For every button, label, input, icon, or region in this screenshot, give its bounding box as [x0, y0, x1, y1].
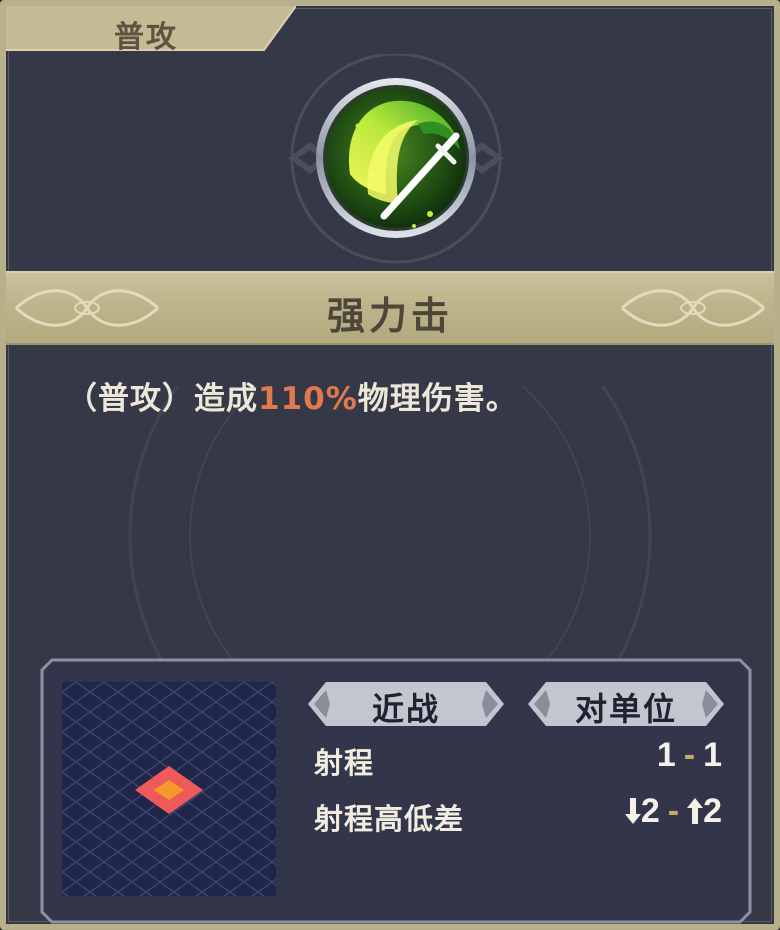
skill-title-band: 强力击 [6, 271, 774, 345]
range-value: 1-1 [657, 736, 722, 775]
height-diff-value: 2-2 [624, 792, 722, 831]
category-tab: 普攻 [6, 6, 296, 56]
arrow-down-icon [624, 798, 641, 824]
target-type-badge: 对单位 [528, 682, 724, 728]
target-type-label: 对单位 [574, 690, 677, 728]
range-label: 射程 [314, 746, 375, 780]
description-prefix: （普攻）造成 [66, 381, 258, 417]
height-diff-down: 2 [640, 792, 660, 830]
height-diff-label: 射程高低差 [314, 802, 465, 836]
skill-name: 强力击 [326, 294, 453, 338]
damage-percent: 110% [258, 381, 358, 417]
range-min: 1 [656, 736, 676, 774]
height-diff-up: 2 [703, 792, 722, 830]
green-sword-slash-icon [288, 52, 504, 270]
range-max: 1 [703, 736, 722, 774]
arrow-up-icon [687, 798, 704, 824]
attack-type-badge: 近战 [308, 682, 504, 728]
attack-type-label: 近战 [371, 690, 440, 728]
category-label: 普攻 [114, 20, 178, 55]
skill-card: 普攻 强力击 （普攻）造成110%物理伤害。 近战 对单位 射程 1 - 1 射… [0, 0, 780, 930]
range-separator: - [683, 736, 696, 774]
description-suffix: 物理伤害。 [357, 381, 518, 417]
range-grid [62, 682, 276, 896]
background-ornament [128, 386, 652, 686]
skill-description: （普攻）造成110%物理伤害。 [66, 373, 726, 418]
range-info-panel: 近战 对单位 射程 1-1 射程高低差 2-2 [40, 658, 752, 924]
height-diff-separator: - [667, 792, 680, 830]
